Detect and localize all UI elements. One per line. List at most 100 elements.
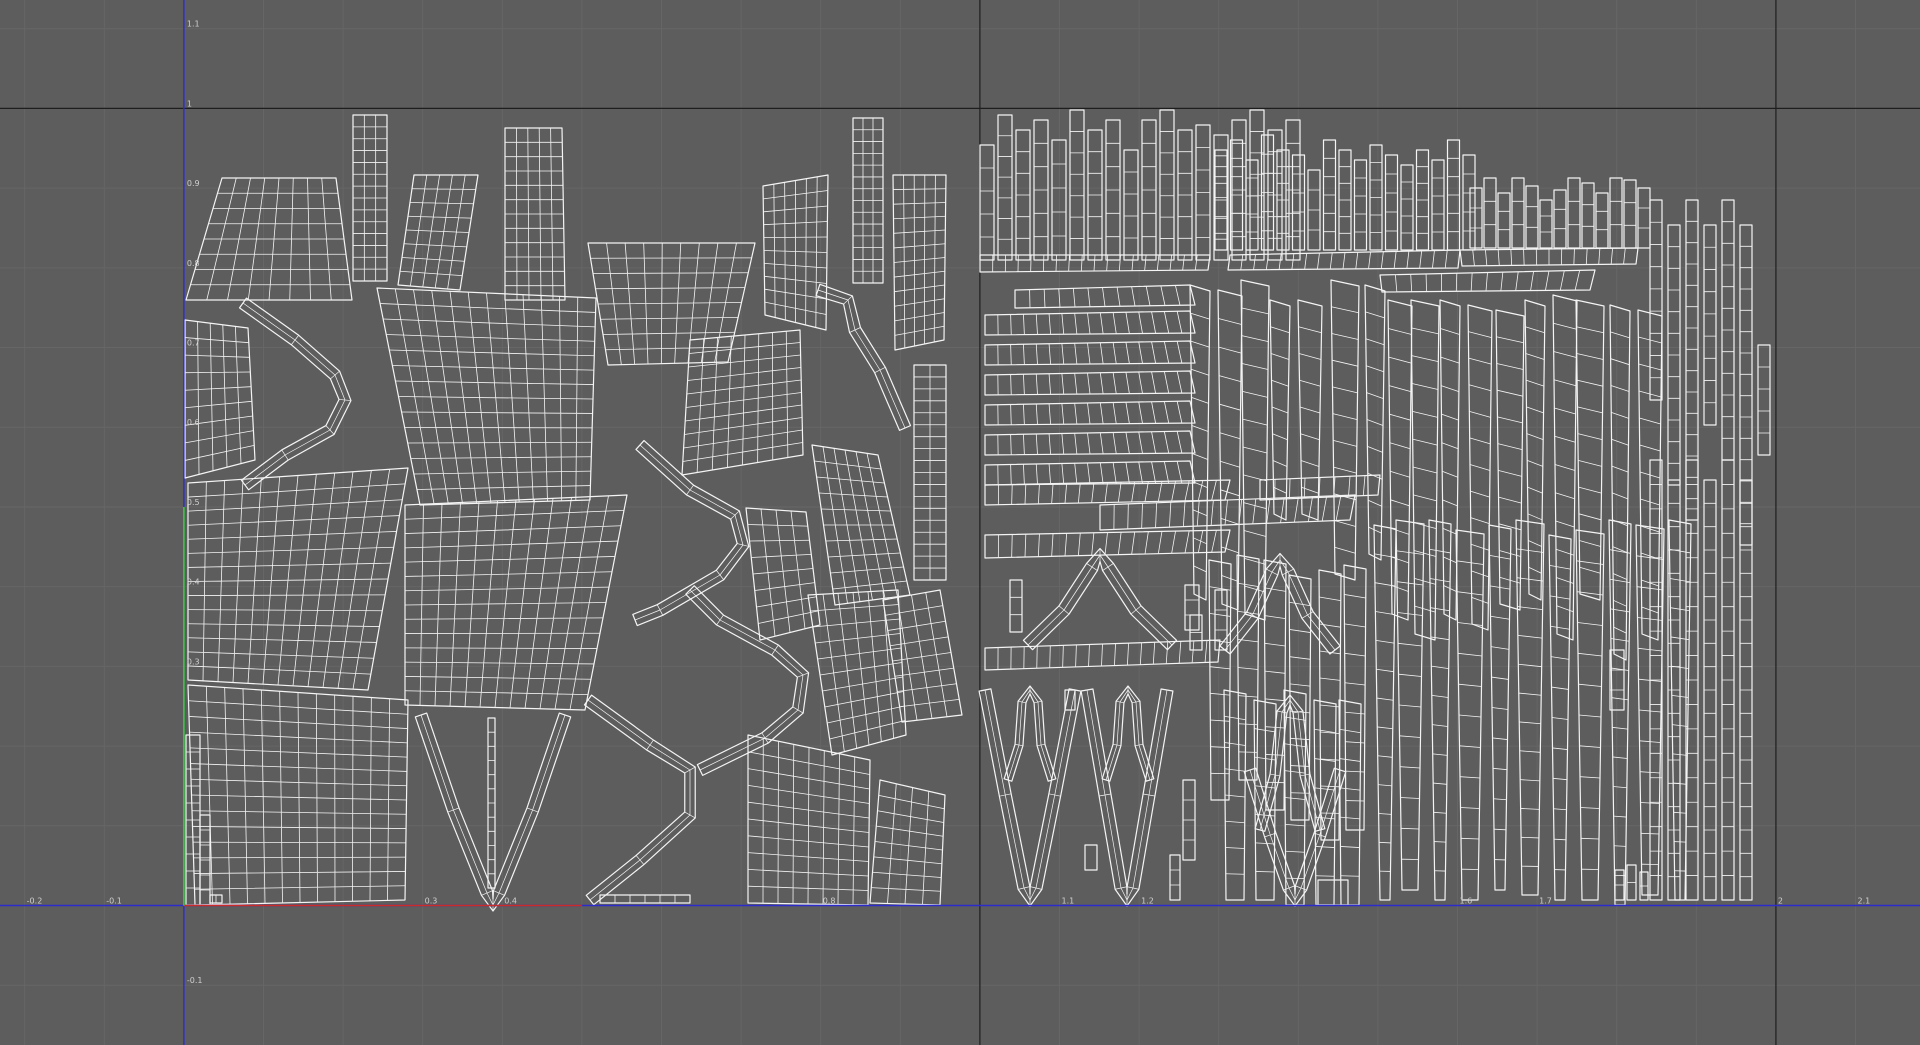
uv-shell[interactable]: [1626, 864, 1637, 901]
uv-shell[interactable]: [1014, 284, 1196, 309]
uv-shell[interactable]: [1084, 844, 1098, 871]
uv-shell[interactable]: [1214, 149, 1228, 251]
uv-shell[interactable]: [984, 639, 1221, 671]
uv-shell[interactable]: [1553, 189, 1567, 249]
uv-shell[interactable]: [1009, 579, 1023, 633]
uv-shell[interactable]: [1369, 144, 1383, 251]
uv-shell[interactable]: [984, 370, 1196, 396]
uv-shell[interactable]: [1667, 224, 1681, 486]
uv-canvas[interactable]: -0.2 -0.1 0.3 0.4 0.8 1.1 1.2 1.6 1.7 2 2.1 1.1 1 0.9…: [0, 0, 1920, 1045]
uv-shell[interactable]: [397, 174, 479, 291]
uv-shell[interactable]: [882, 589, 963, 723]
uv-shell[interactable]: [1467, 304, 1493, 631]
uv-shell[interactable]: [1297, 299, 1323, 521]
uv-shell[interactable]: [1099, 494, 1356, 531]
uv-shell[interactable]: [1459, 247, 1639, 267]
uv-shell[interactable]: [984, 430, 1196, 456]
uv-texture-editor-viewport[interactable]: -0.2 -0.1 0.3 0.4 0.8 1.1 1.2 1.6 1.7 2 2.1 1.1 1 0.9…: [0, 0, 1920, 1045]
uv-shell[interactable]: [1003, 685, 1057, 782]
uv-shell[interactable]: [1276, 149, 1290, 251]
uv-shell[interactable]: [1637, 187, 1651, 249]
uv-shell[interactable]: [1269, 299, 1291, 521]
uv-shell[interactable]: [1703, 224, 1717, 426]
uv-shell[interactable]: [1338, 699, 1362, 906]
uv-shell[interactable]: [1322, 139, 1337, 251]
uv-shell[interactable]: [852, 117, 884, 284]
uv-shell[interactable]: [1080, 688, 1174, 907]
uv-shell[interactable]: [376, 287, 597, 506]
uv-shell[interactable]: [1415, 149, 1430, 251]
uv-shell[interactable]: [1069, 109, 1085, 261]
uv-shell[interactable]: [1497, 192, 1511, 249]
uv-shell[interactable]: [1353, 159, 1368, 251]
uv-shell[interactable]: [1051, 139, 1067, 261]
uv-shell[interactable]: [685, 585, 810, 776]
uv-shell[interactable]: [599, 894, 691, 904]
uv-shell[interactable]: [1123, 149, 1139, 261]
uv-shell[interactable]: [1317, 879, 1349, 906]
uv-shell[interactable]: [1462, 154, 1476, 251]
uv-shell[interactable]: [913, 364, 947, 581]
uv-shell[interactable]: [1213, 134, 1229, 261]
uv-shell[interactable]: [199, 814, 211, 906]
uv-shell[interactable]: [811, 444, 911, 606]
uv-shell[interactable]: [414, 712, 572, 912]
uv-shell[interactable]: [1623, 179, 1637, 249]
uv-shell[interactable]: [1307, 169, 1321, 251]
uv-shell[interactable]: [745, 507, 821, 641]
uv-shell[interactable]: [681, 329, 804, 476]
uv-shell[interactable]: [185, 734, 201, 906]
uv-shell[interactable]: [1595, 192, 1609, 249]
uv-shell[interactable]: [1243, 767, 1347, 907]
uv-shell[interactable]: [1330, 279, 1360, 581]
uv-shell[interactable]: [1141, 119, 1157, 261]
uv-shell[interactable]: [762, 174, 829, 331]
uv-shell[interactable]: [1739, 479, 1753, 901]
uv-shell[interactable]: [352, 114, 388, 282]
uv-shell[interactable]: [187, 684, 409, 906]
uv-shell[interactable]: [1757, 344, 1771, 456]
uv-shell[interactable]: [1338, 149, 1352, 251]
uv-shell[interactable]: [984, 310, 1196, 336]
uv-shell[interactable]: [984, 340, 1196, 366]
uv-shell[interactable]: [1195, 124, 1211, 261]
uv-shell[interactable]: [238, 297, 352, 491]
uv-shell[interactable]: [1721, 199, 1735, 461]
uv-shell[interactable]: [1525, 185, 1539, 249]
uv-shell[interactable]: [1184, 584, 1200, 631]
uv-shell[interactable]: [1384, 154, 1399, 251]
uv-shell[interactable]: [1373, 524, 1397, 901]
uv-shell[interactable]: [1552, 294, 1578, 641]
uv-shell[interactable]: [979, 144, 995, 261]
uv-shell[interactable]: [1208, 559, 1232, 801]
uv-shell[interactable]: [997, 114, 1013, 261]
uv-shell[interactable]: [1033, 119, 1049, 261]
uv-shell[interactable]: [747, 734, 871, 906]
uv-shell[interactable]: [1703, 479, 1717, 901]
uv-shell[interactable]: [1609, 304, 1631, 661]
uv-shell[interactable]: [1159, 109, 1175, 261]
uv-shell[interactable]: [1283, 689, 1307, 906]
uv-shell[interactable]: [978, 688, 1082, 907]
uv-shell[interactable]: [1364, 284, 1386, 561]
uv-shell[interactable]: [1539, 199, 1553, 249]
uv-shell[interactable]: [1455, 529, 1485, 901]
uv-shell[interactable]: [1400, 164, 1414, 251]
uv-shell[interactable]: [1739, 224, 1753, 546]
uv-shell[interactable]: [1231, 119, 1247, 261]
uv-shell[interactable]: [1177, 129, 1193, 261]
uv-shell[interactable]: [1524, 299, 1546, 601]
uv-shell[interactable]: [1575, 299, 1605, 601]
uv-shell[interactable]: [1105, 119, 1121, 261]
uv-shell[interactable]: [807, 589, 907, 756]
uv-shell[interactable]: [1245, 159, 1259, 251]
uv-shell[interactable]: [1087, 129, 1103, 261]
uv-shell[interactable]: [1395, 519, 1425, 891]
uv-shell[interactable]: [1189, 614, 1203, 651]
uv-shell[interactable]: [869, 779, 946, 906]
uv-shell[interactable]: [187, 467, 409, 691]
uv-shell[interactable]: [1182, 779, 1196, 861]
uv-shell[interactable]: [1240, 279, 1270, 621]
uv-shell[interactable]: [404, 494, 628, 711]
uv-shell[interactable]: [487, 717, 496, 889]
